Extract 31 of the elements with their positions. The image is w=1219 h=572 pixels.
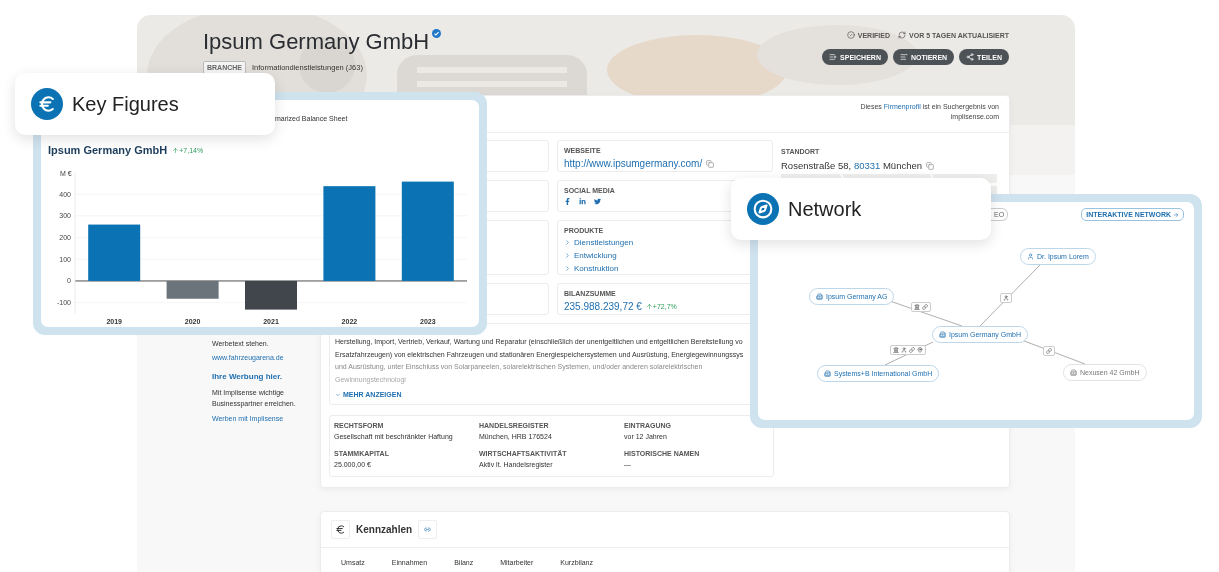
twitter-icon[interactable]: [594, 198, 601, 205]
chart-bar: [245, 280, 297, 310]
bank-icon: [914, 304, 920, 310]
building-icon: [939, 331, 946, 338]
building-icon: [1070, 369, 1077, 376]
pin-icon: [917, 347, 923, 353]
person-icon: [1027, 253, 1034, 260]
building-icon: [816, 293, 823, 300]
link-icon: [909, 347, 915, 353]
building-icon: [824, 370, 831, 377]
connector-line: [979, 264, 1041, 327]
product-link[interactable]: Konstruktion: [574, 264, 619, 273]
product-link[interactable]: Entwicklung: [574, 251, 617, 260]
bank-icon: [893, 347, 899, 353]
person-icon: [901, 347, 907, 353]
arrow-up-icon: [645, 303, 653, 310]
euro-icon: [31, 88, 63, 120]
chart-bar: [88, 224, 141, 281]
balance-value: 235.988.239,72 €: [564, 301, 642, 312]
callout-label: Network: [788, 197, 862, 221]
euro-icon: [331, 520, 350, 540]
product-link[interactable]: Dienstleistungen: [574, 238, 634, 247]
chart-title: Ipsum Germany GmbH: [48, 144, 168, 156]
facebook-icon[interactable]: [564, 198, 571, 205]
compass-icon: [747, 193, 779, 225]
ad-heading: Ihre Werbung hier.: [212, 371, 284, 384]
section-title: Kennzahlen: [356, 524, 413, 536]
arrow-right-icon: [1173, 211, 1179, 218]
caret-icon: [335, 391, 341, 398]
link-icon: [922, 304, 928, 310]
linkedin-icon[interactable]: [579, 198, 586, 205]
